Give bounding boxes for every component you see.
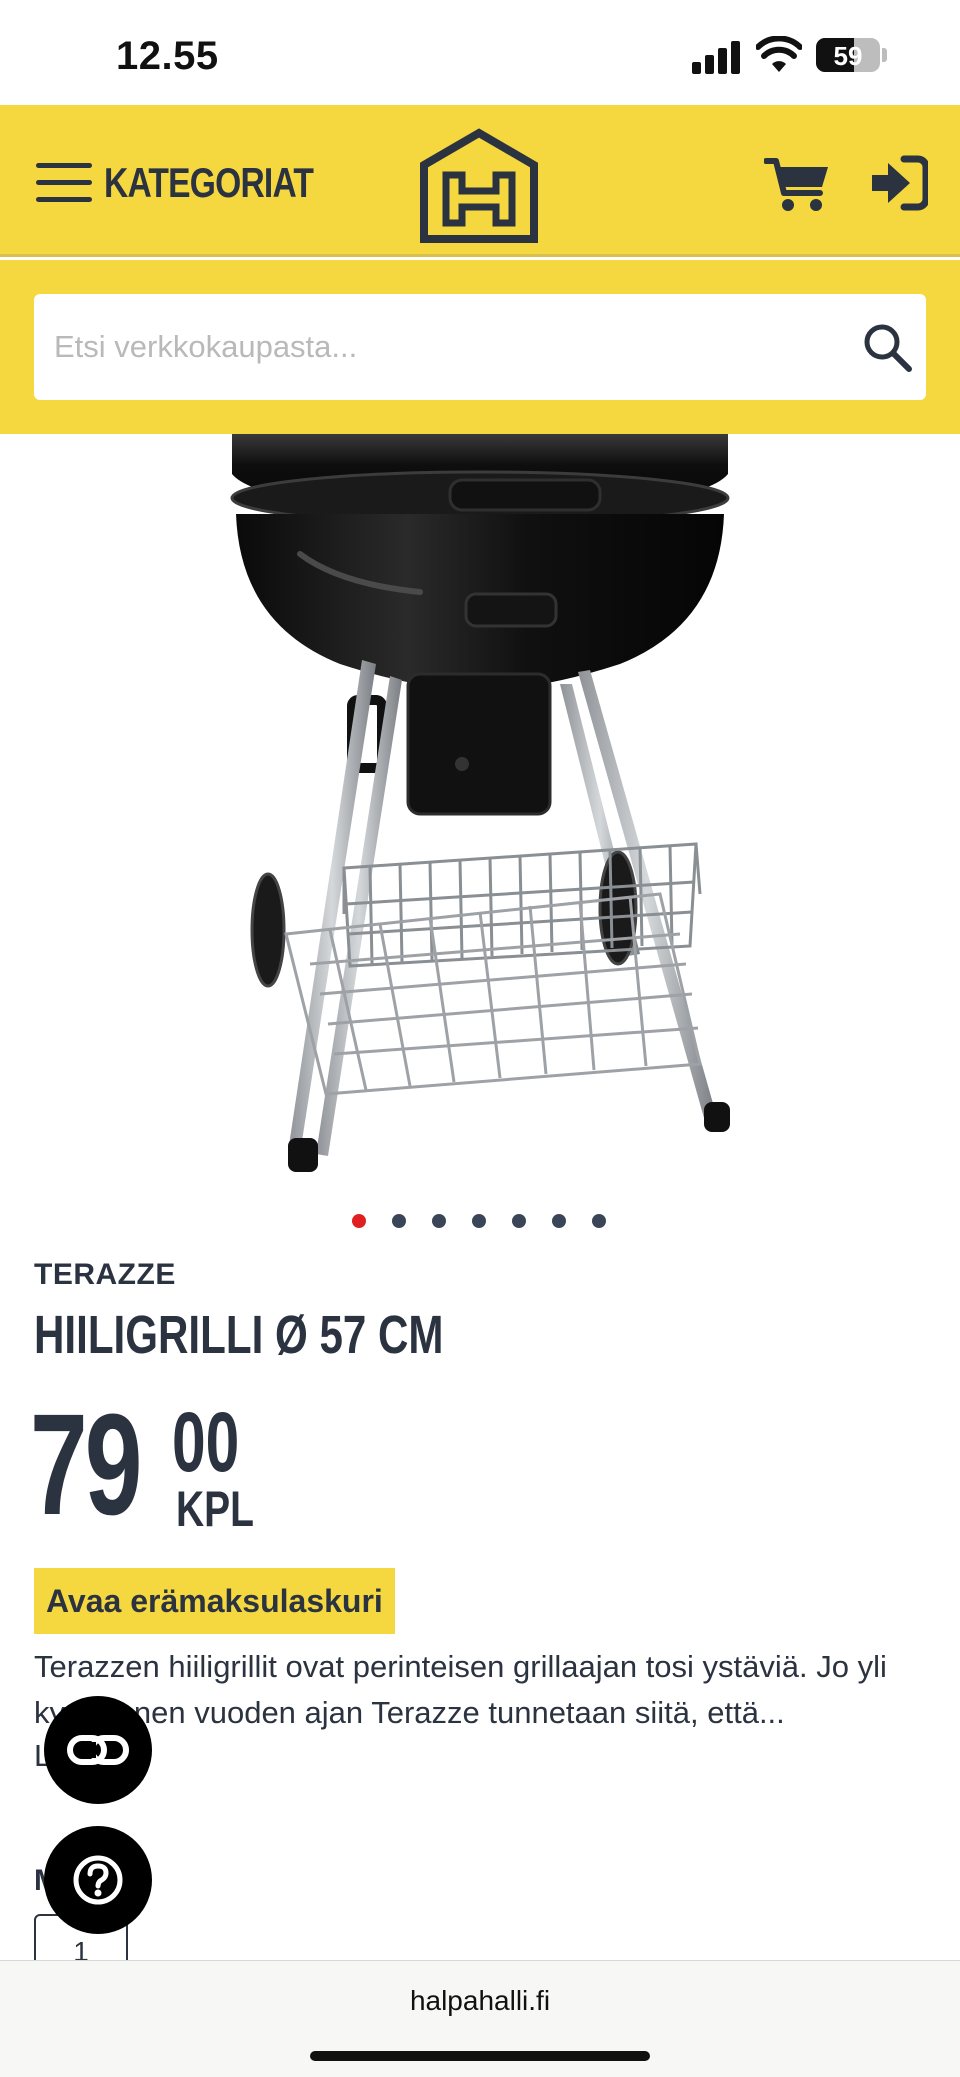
product-brand[interactable]: TERAZZE bbox=[34, 1258, 176, 1292]
battery-icon: 59 bbox=[816, 38, 880, 72]
image-carousel-dots bbox=[0, 1214, 960, 1230]
product-title: HIILIGRILLI Ø 57 CM bbox=[34, 1305, 444, 1365]
carousel-dot[interactable] bbox=[592, 1214, 606, 1228]
link-button[interactable] bbox=[44, 1696, 152, 1804]
grill-illustration bbox=[230, 434, 730, 1172]
installment-calculator-button[interactable]: Avaa erämaksulaskuri bbox=[34, 1568, 395, 1634]
search-bar-area bbox=[0, 260, 960, 434]
price-integer: 79 bbox=[30, 1384, 142, 1545]
battery-tip bbox=[882, 48, 887, 62]
home-indicator bbox=[310, 2051, 650, 2061]
price-decimals: 00 bbox=[172, 1395, 240, 1489]
carousel-dot[interactable] bbox=[352, 1214, 366, 1228]
search-icon[interactable] bbox=[860, 320, 914, 374]
search-input[interactable] bbox=[54, 294, 854, 400]
hamburger-icon bbox=[36, 163, 92, 203]
search-box bbox=[34, 294, 926, 400]
halpahalli-logo-icon[interactable] bbox=[416, 127, 542, 245]
help-button[interactable] bbox=[44, 1826, 152, 1934]
carousel-dot[interactable] bbox=[552, 1214, 566, 1228]
carousel-dot[interactable] bbox=[432, 1214, 446, 1228]
sign-in-icon[interactable] bbox=[870, 155, 928, 211]
help-circle-icon bbox=[73, 1855, 123, 1905]
shopping-cart-icon[interactable] bbox=[764, 155, 830, 213]
battery-level: 59 bbox=[833, 41, 863, 71]
product-image[interactable] bbox=[0, 434, 960, 1174]
site-header: KATEGORIAT bbox=[0, 105, 960, 257]
browser-url[interactable]: halpahalli.fi bbox=[0, 1985, 960, 2017]
carousel-dot[interactable] bbox=[472, 1214, 486, 1228]
product-description: Terazzen hiiligrillit ovat perinteisen g… bbox=[34, 1649, 887, 1730]
link-icon bbox=[67, 1735, 129, 1765]
categories-label: KATEGORIAT bbox=[104, 159, 314, 206]
carousel-dot[interactable] bbox=[512, 1214, 526, 1228]
wifi-icon bbox=[756, 36, 802, 72]
categories-menu-button[interactable]: KATEGORIAT bbox=[36, 157, 326, 209]
browser-url-bar[interactable]: halpahalli.fi bbox=[0, 1960, 960, 2077]
price-unit: KPL bbox=[176, 1481, 254, 1537]
status-bar: 12.55 59 bbox=[0, 0, 960, 105]
status-time: 12.55 bbox=[116, 34, 219, 78]
cellular-signal-icon bbox=[692, 40, 742, 74]
carousel-dot[interactable] bbox=[392, 1214, 406, 1228]
